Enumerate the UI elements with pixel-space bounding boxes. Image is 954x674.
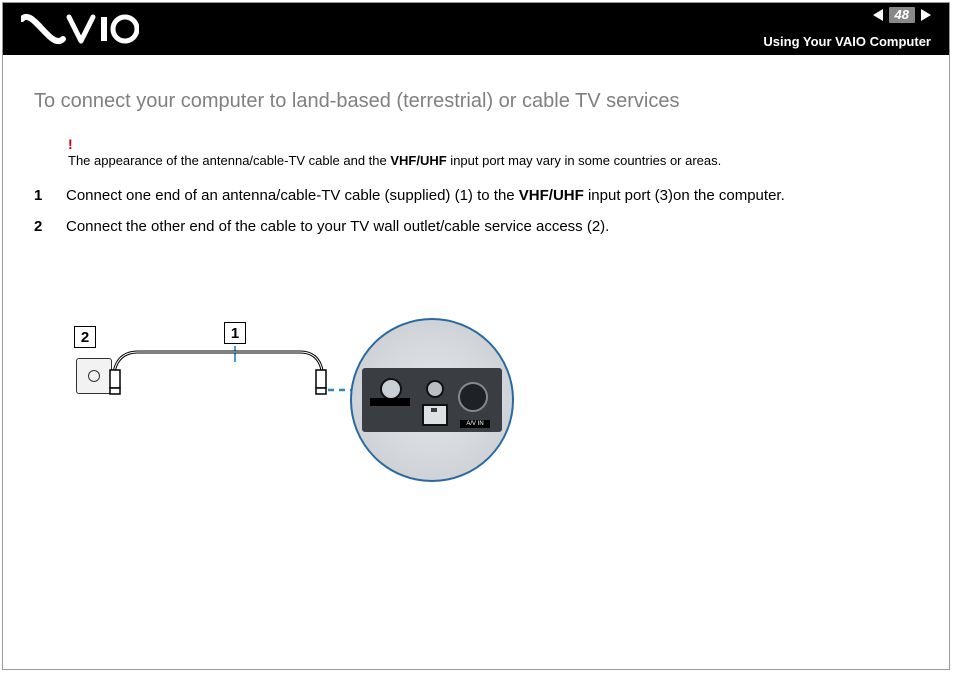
step: 2 Connect the other end of the cable to … <box>34 216 936 237</box>
section-title: Using Your VAIO Computer <box>763 34 931 49</box>
connection-diagram: 2 1 3 <box>70 300 530 490</box>
vhf-uhf-label <box>370 398 410 406</box>
step-text-bold: VHF/UHF <box>519 187 584 204</box>
vhf-uhf-port-icon <box>380 378 402 400</box>
pager: 48 <box>873 7 931 23</box>
step-number: 2 <box>34 216 52 237</box>
header-bar: 48 Using Your VAIO Computer <box>3 3 949 55</box>
step-number: 1 <box>34 185 52 206</box>
page-number: 48 <box>889 7 915 23</box>
warning-note: ! The appearance of the antenna/cable-TV… <box>68 135 936 169</box>
device-port-closeup: A/V IN <box>350 318 514 482</box>
warning-text-pre: The appearance of the antenna/cable-TV c… <box>68 153 390 168</box>
warning-text-bold: VHF/UHF <box>390 153 446 168</box>
page-body: To connect your computer to land-based (… <box>34 90 936 247</box>
warning-mark-icon: ! <box>68 135 936 154</box>
step-text: Connect the other end of the cable to yo… <box>66 216 609 237</box>
step: 1 Connect one end of an antenna/cable-TV… <box>34 185 936 206</box>
step-text-post: input port (3)on the computer. <box>584 187 785 204</box>
step-text: Connect one end of an antenna/cable-TV c… <box>66 185 785 206</box>
aux-port-icon <box>426 380 444 398</box>
vaio-logo <box>21 13 139 45</box>
av-in-label: A/V IN <box>460 420 490 428</box>
warning-text-post: input port may vary in some countries or… <box>447 153 722 168</box>
page-title: To connect your computer to land-based (… <box>34 90 936 113</box>
step-text-pre: Connect one end of an antenna/cable-TV c… <box>66 187 519 204</box>
svideo-port-icon <box>458 382 488 412</box>
next-page-icon[interactable] <box>921 9 931 21</box>
step-text-pre: Connect the other end of the cable to yo… <box>66 218 609 235</box>
lan-port-icon <box>422 404 448 426</box>
prev-page-icon[interactable] <box>873 9 883 21</box>
port-panel: A/V IN <box>362 368 502 432</box>
steps-list: 1 Connect one end of an antenna/cable-TV… <box>34 185 936 237</box>
